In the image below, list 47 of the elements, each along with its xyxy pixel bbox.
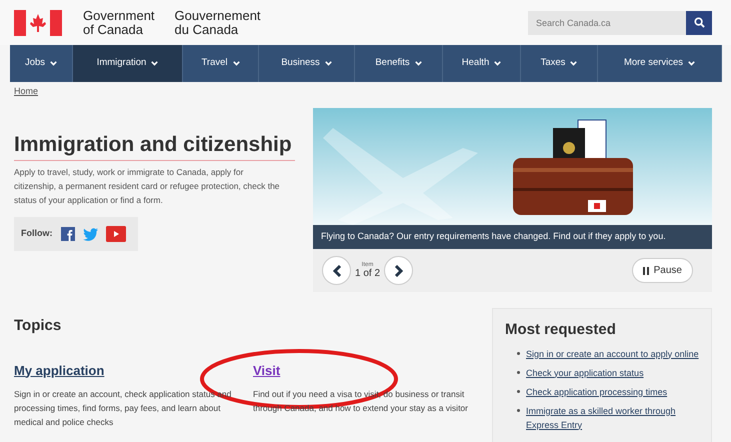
caret-icon: [688, 61, 696, 66]
carousel-caption[interactable]: Flying to Canada? Our entry requirements have changed. Find out if they apply to you.: [313, 225, 712, 249]
topics-heading: Topics: [14, 316, 62, 336]
nav-menu-item[interactable]: Travel: [183, 45, 259, 82]
search-button[interactable]: [686, 10, 712, 34]
bullet-icon: [517, 390, 520, 392]
search-icon: [694, 17, 704, 28]
caret-icon: [414, 61, 422, 66]
page-title: Immigration and citizenship: [14, 132, 295, 161]
nav-menu-item[interactable]: Health: [443, 45, 521, 82]
search-field[interactable]: Search Canada.ca: [528, 10, 686, 34]
bullet-icon: [517, 408, 520, 412]
caret-icon: [50, 61, 58, 66]
government-of-canada-wordmark: Government of Canada: [83, 8, 155, 36]
caret-icon: [232, 61, 240, 66]
nav-menu-item[interactable]: Business: [259, 45, 355, 82]
nav-menu-item[interactable]: Immigration: [73, 45, 183, 82]
previous-button[interactable]: [322, 256, 351, 285]
nav-menu-item[interactable]: Benefits: [355, 45, 443, 82]
most-requested-link[interactable]: Check your application status: [526, 366, 644, 380]
gouvernement-du-canada-wordmark: Gouvernement du Canada: [174, 8, 261, 36]
caret-icon: [570, 61, 578, 66]
caret-icon: [494, 61, 502, 66]
caret-icon: [324, 61, 332, 66]
most-requested-heading: Most requested: [505, 320, 617, 340]
chevron-right-icon: [394, 264, 404, 276]
canada-flag-icon: [14, 10, 62, 36]
bullet-icon: [517, 370, 520, 374]
follow-label: Follow:: [21, 227, 52, 240]
most-requested-link[interactable]: Sign in or create an account to apply online: [526, 346, 699, 360]
pause-icon: [642, 266, 649, 274]
most-requested-link[interactable]: Check application processing times: [526, 384, 668, 398]
youtube-icon[interactable]: [106, 226, 126, 242]
next-button[interactable]: [384, 256, 414, 285]
pause-button[interactable]: Pause: [632, 258, 693, 283]
topic-link[interactable]: Visit: [253, 362, 280, 378]
intro-text: Apply to travel, study, work or immigrate to Canada, apply for citizenship, a permanent resident card or refugee protection, check the status of your application or find a form.: [14, 166, 281, 207]
most-requested-link[interactable]: Immigrate as a skilled worker through Express Entry: [526, 404, 699, 432]
bullet-icon: [517, 352, 520, 354]
item-count: 1 of 2: [355, 269, 380, 279]
caret-icon: [151, 61, 158, 66]
nav-menu-item[interactable]: More services: [598, 45, 722, 82]
topic-link[interactable]: My application: [14, 362, 104, 378]
facebook-icon[interactable]: [60, 227, 74, 241]
chevron-left-icon: [332, 264, 342, 276]
breadcrumb-link[interactable]: Home: [14, 84, 38, 98]
nav-menu-item[interactable]: Taxes: [521, 45, 598, 82]
